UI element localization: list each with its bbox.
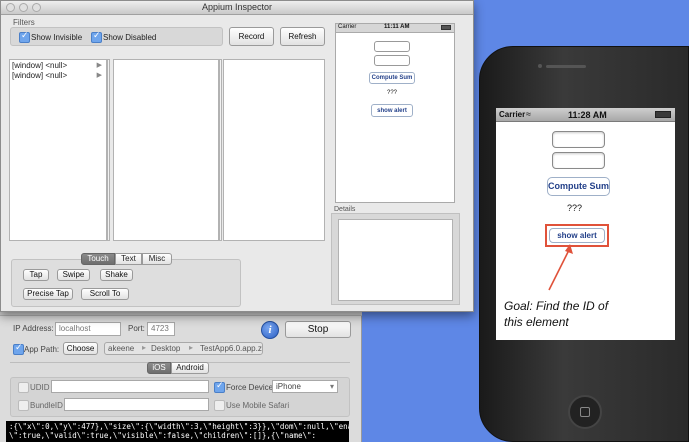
show-alert-button[interactable]: show alert <box>549 228 605 243</box>
first-number-field[interactable] <box>552 131 605 148</box>
compute-sum-button[interactable]: Compute Sum <box>547 177 610 196</box>
tree-row[interactable]: [window] <null> ▶ <box>12 61 106 71</box>
tree-column-2[interactable] <box>113 59 219 241</box>
ip-address-input[interactable]: localhost <box>55 322 121 336</box>
crumb-separator-icon: ▸ <box>142 343 147 352</box>
preview-result-label: ??? <box>387 90 398 96</box>
tree-row[interactable]: [window] <null> ▶ <box>12 71 106 81</box>
preview-status-bar: Carrier 11:11 AM <box>336 24 454 33</box>
bundle-id-label: BundleID <box>30 401 63 410</box>
log-line: :{\"x\":0,\"y\":477},\"size\":{\"width\"… <box>9 422 349 431</box>
crumb-separator-icon: ▸ <box>189 343 194 352</box>
preview-text-field-2[interactable] <box>374 55 410 66</box>
app-path-control[interactable]: akeene ▸ Desktop ▸ TestApp6.0.app.zip <box>104 342 263 355</box>
port-label: Port: <box>128 324 145 333</box>
mobile-safari-label: Use Mobile Safari <box>226 401 290 410</box>
wifi-icon: ≈ <box>526 109 531 119</box>
ip-address-label: IP Address: <box>13 324 54 333</box>
path-crumb-folder: Desktop <box>151 344 181 353</box>
simulator-status-bar: Carrier ≈ 11:28 AM <box>496 108 675 122</box>
tree-row-label: [window] <null> <box>12 61 68 70</box>
carrier-label: Carrier <box>499 110 526 119</box>
info-icon[interactable]: i <box>261 321 279 339</box>
scroll-to-button[interactable]: Scroll To <box>81 288 129 300</box>
column-divider[interactable] <box>107 59 110 241</box>
show-invisible-label: Show Invisible <box>31 33 83 42</box>
window-title: Appium Inspector <box>201 2 273 12</box>
shake-button[interactable]: Shake <box>100 269 133 281</box>
column-divider[interactable] <box>219 59 222 241</box>
device-select[interactable]: iPhone ▾ <box>272 380 338 393</box>
battery-icon <box>655 111 671 118</box>
preview-time: 11:11 AM <box>384 24 410 30</box>
details-group <box>331 213 460 305</box>
show-invisible-checkbox[interactable] <box>19 30 30 43</box>
filters-heading: Filters <box>13 18 35 27</box>
chevron-right-icon: ▶ <box>96 62 102 69</box>
preview-show-alert-button[interactable]: show alert <box>371 104 413 117</box>
annotation-arrow-icon <box>548 244 573 291</box>
choose-button[interactable]: Choose <box>63 342 98 355</box>
inspector-title-bar: Appium Inspector <box>1 1 473 15</box>
home-square-icon <box>580 407 590 417</box>
preview-compute-sum-button[interactable]: Compute Sum <box>369 72 415 84</box>
log-console: :{\"x\":0,\"y\":477},\"size\":{\"width\"… <box>6 421 349 442</box>
tab-android[interactable]: Android <box>171 362 209 374</box>
bundle-id-checkbox[interactable] <box>18 400 29 411</box>
device-select-value: iPhone <box>276 382 301 391</box>
swipe-button[interactable]: Swipe <box>57 269 90 281</box>
tab-misc[interactable]: Misc <box>142 253 172 265</box>
path-crumb-file: TestApp6.0.app.zip <box>200 344 263 353</box>
show-disabled-checkbox[interactable] <box>91 30 102 43</box>
details-text-area[interactable] <box>338 219 453 301</box>
tree-column-1[interactable]: [window] <null> ▶ [window] <null> ▶ <box>9 59 107 241</box>
tab-ios[interactable]: iOS <box>147 362 171 374</box>
show-disabled-label: Show Disabled <box>103 33 157 42</box>
app-path-label: App Path: <box>24 345 60 354</box>
details-label: Details <box>334 206 356 213</box>
mobile-safari-checkbox[interactable] <box>214 400 225 411</box>
appium-main-window: IP Address: localhost Port: 4723 i Stop … <box>0 300 362 442</box>
second-number-field[interactable] <box>552 152 605 169</box>
chevron-right-icon: ▶ <box>96 72 102 79</box>
inspector-window: Appium Inspector Filters Show Invisible … <box>0 0 474 312</box>
record-button[interactable]: Record <box>229 27 274 46</box>
app-path-checkbox[interactable] <box>13 342 24 355</box>
result-label: ??? <box>567 203 583 213</box>
status-time: 11:28 AM <box>568 110 607 120</box>
preview-text-field-1[interactable] <box>374 41 410 52</box>
udid-checkbox[interactable] <box>18 382 29 393</box>
tab-text[interactable]: Text <box>115 253 142 265</box>
speaker-grill <box>546 65 586 68</box>
annotation-goal-text: Goal: Find the ID of this element <box>504 299 609 329</box>
force-device-label: Force Device <box>226 383 274 392</box>
udid-label: UDID <box>30 383 50 392</box>
precise-tap-button[interactable]: Precise Tap <box>23 288 73 300</box>
log-line: \":true,\"valid\":true,\"visible\":false… <box>9 431 317 440</box>
camera-icon <box>538 64 542 68</box>
stop-button[interactable]: Stop <box>285 321 351 338</box>
chevron-down-icon: ▾ <box>329 382 334 391</box>
battery-icon <box>441 25 451 30</box>
filters-group: Show Invisible Show Disabled <box>10 27 223 46</box>
preview-carrier-label: Carrier <box>338 24 357 30</box>
simulator-screen: Carrier ≈ 11:28 AM Compute Sum ??? show … <box>496 108 675 340</box>
tab-touch[interactable]: Touch <box>81 253 115 265</box>
udid-input[interactable] <box>51 380 209 393</box>
force-device-checkbox[interactable] <box>214 380 225 393</box>
app-preview[interactable]: Carrier 11:11 AM Compute Sum ??? show al… <box>335 23 455 203</box>
home-button[interactable] <box>568 395 602 429</box>
tree-column-3[interactable] <box>223 59 325 241</box>
tap-button[interactable]: Tap <box>23 269 49 281</box>
refresh-button[interactable]: Refresh <box>280 27 325 46</box>
port-input[interactable]: 4723 <box>147 322 175 336</box>
tree-row-label: [window] <null> <box>12 71 68 80</box>
path-crumb-user: akeene <box>108 344 135 353</box>
bundle-id-input[interactable] <box>64 398 209 411</box>
